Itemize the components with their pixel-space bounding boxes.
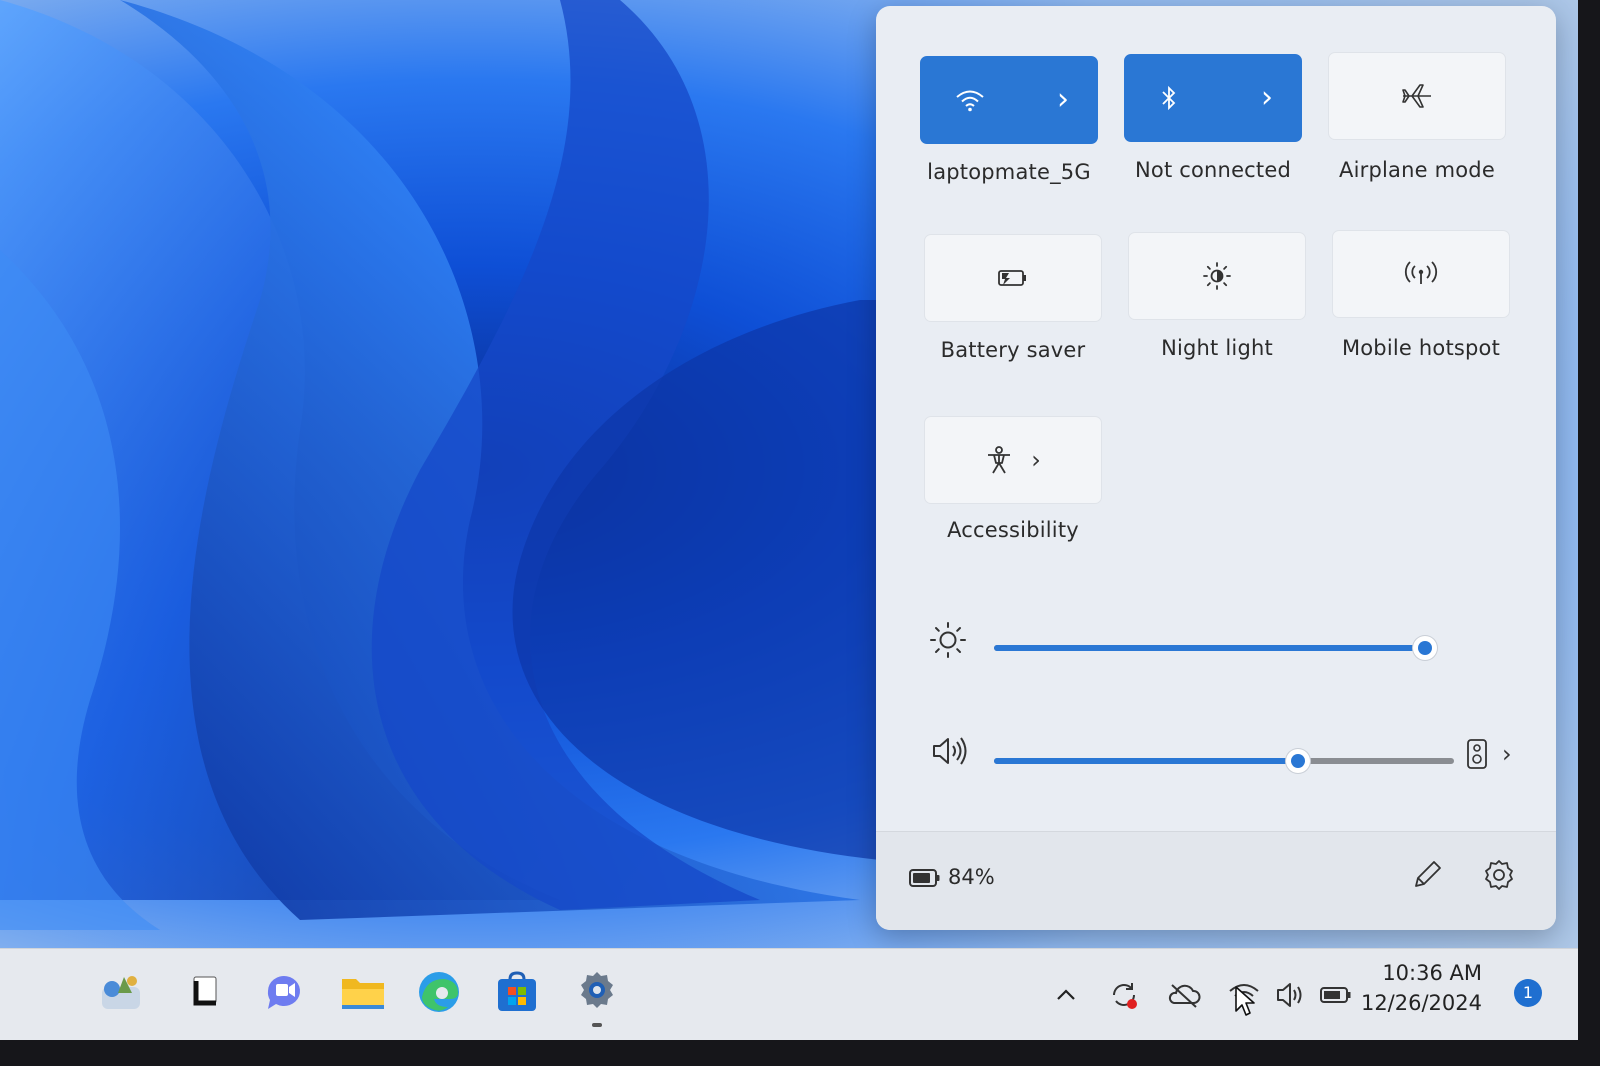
running-indicator xyxy=(592,1023,602,1027)
file-explorer-icon[interactable] xyxy=(338,967,388,1017)
notification-badge[interactable]: 1 xyxy=(1514,979,1542,1007)
accessibility-chevron-right-icon[interactable]: › xyxy=(1031,448,1041,472)
settings-icon[interactable] xyxy=(572,967,622,1017)
bluetooth-tile[interactable]: › xyxy=(1124,54,1302,142)
bluetooth-chevron-right-icon[interactable]: › xyxy=(1261,83,1273,113)
battery-saver-tile[interactable] xyxy=(924,234,1102,322)
battery-icon xyxy=(909,869,940,887)
teams-chat-icon[interactable] xyxy=(260,967,310,1017)
bluetooth-tile-label: Not connected xyxy=(1134,158,1292,182)
volume-slider-thumb[interactable] xyxy=(1285,749,1310,773)
clock-time[interactable]: 10:36 AM xyxy=(1282,961,1482,985)
clock-date[interactable]: 12/26/2024 xyxy=(1282,991,1482,1015)
onedrive-icon[interactable] xyxy=(1166,977,1202,1013)
speaker-icon[interactable] xyxy=(930,734,970,768)
accessibility-tile-label: Accessibility xyxy=(947,518,1079,542)
night-light-tile[interactable] xyxy=(1128,232,1306,320)
airplane-icon xyxy=(1402,84,1431,108)
accessibility-tile[interactable]: › xyxy=(924,416,1102,504)
quick-settings-panel: › laptopmate_5G › Not connected Airplane… xyxy=(876,6,1556,930)
wifi-icon xyxy=(956,90,984,112)
taskbar: 10:36 AM 12/26/2024 1 xyxy=(0,948,1578,1040)
volume-slider[interactable] xyxy=(994,749,1454,773)
audio-device-icon xyxy=(1467,739,1487,769)
mouse-cursor-icon xyxy=(1235,986,1255,1016)
mobile-hotspot-tile-label: Mobile hotspot xyxy=(1341,336,1501,360)
brightness-slider-fill xyxy=(994,645,1426,651)
night-light-tile-label: Night light xyxy=(1161,336,1273,360)
monitor-bezel-right xyxy=(1578,0,1600,1066)
airplane-mode-tile-label: Airplane mode xyxy=(1339,158,1495,182)
monitor-bezel-bottom xyxy=(0,1040,1600,1066)
battery-percentage: 84% xyxy=(948,865,995,889)
notification-count: 1 xyxy=(1522,983,1534,1002)
edge-icon[interactable] xyxy=(414,967,464,1017)
battery-saver-icon xyxy=(998,270,1026,286)
pencil-icon[interactable] xyxy=(1410,858,1442,892)
wifi-chevron-right-icon[interactable]: › xyxy=(1057,85,1069,115)
brightness-slider[interactable] xyxy=(994,636,1438,660)
task-view-icon[interactable] xyxy=(182,967,232,1017)
quick-settings-footer: 84% xyxy=(876,831,1556,930)
brightness-slider-thumb[interactable] xyxy=(1413,636,1438,660)
gear-icon[interactable] xyxy=(1482,858,1516,892)
store-icon[interactable] xyxy=(492,967,542,1017)
brightness-icon xyxy=(930,622,966,658)
sync-icon[interactable] xyxy=(1106,977,1142,1013)
airplane-mode-tile[interactable] xyxy=(1328,52,1506,140)
mobile-hotspot-tile[interactable] xyxy=(1332,230,1510,318)
widgets-icon[interactable] xyxy=(96,967,146,1017)
hotspot-icon xyxy=(1404,261,1438,284)
bluetooth-icon xyxy=(1162,85,1176,111)
volume-slider-fill xyxy=(994,758,1298,764)
battery-saver-tile-label: Battery saver xyxy=(940,338,1086,362)
audio-output-button[interactable]: › xyxy=(1466,738,1512,770)
audio-output-chevron-right-icon: › xyxy=(1502,740,1512,768)
night-light-icon xyxy=(1203,262,1231,290)
desktop-screen: › laptopmate_5G › Not connected Airplane… xyxy=(0,0,1578,1040)
wifi-tile-label: laptopmate_5G xyxy=(927,160,1091,184)
wifi-tile[interactable]: › xyxy=(920,56,1098,144)
accessibility-icon xyxy=(988,446,1011,474)
chevron-up-icon[interactable] xyxy=(1048,977,1084,1013)
